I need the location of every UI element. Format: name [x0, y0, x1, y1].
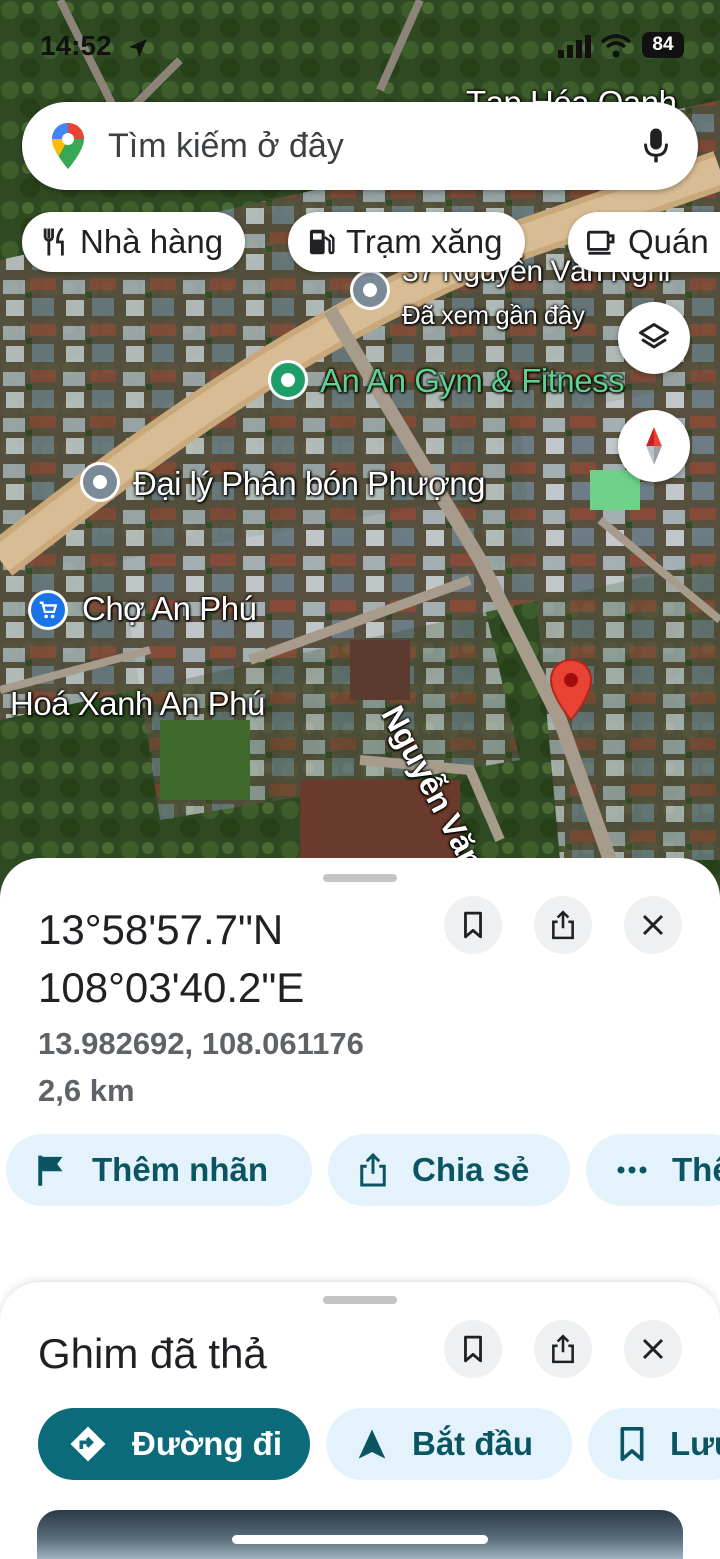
share-icon — [552, 910, 574, 940]
longitude-dms: 108°03'40.2"E — [38, 964, 305, 1011]
flag-icon — [38, 1155, 63, 1186]
status-bar: 14:52 84 — [0, 28, 720, 68]
more-icon — [617, 1166, 647, 1174]
battery-level: 84 — [652, 34, 674, 55]
add-label-button[interactable]: Thêm nhãn — [6, 1134, 312, 1206]
compass-icon — [646, 427, 662, 465]
save-place-text: Lưu — [670, 1425, 720, 1462]
location-details-sheet: 13°58'57.7"N 108°03'40.2"E 13.982692, 10… — [0, 858, 720, 1328]
home-indicator[interactable] — [232, 1535, 488, 1544]
latitude-dms: 13°58'57.7"N — [38, 906, 284, 953]
search-bar[interactable]: Tìm kiếm ở đây — [22, 102, 698, 190]
share-icon — [360, 1152, 386, 1187]
chip-label: Nhà hàng — [80, 223, 224, 260]
chip-cafes[interactable]: Quán — [568, 212, 720, 272]
compass-button[interactable] — [618, 410, 690, 482]
distance-label: 2,6 km — [38, 1073, 135, 1108]
google-maps-logo-icon — [52, 123, 84, 169]
cafe-icon — [587, 230, 615, 255]
status-time: 14:52 — [40, 30, 112, 61]
layers-icon — [639, 323, 669, 349]
place-label[interactable]: An An Gym & Fitness — [320, 362, 625, 400]
chip-gas-stations[interactable]: Trạm xăng — [288, 212, 525, 272]
microphone-icon[interactable] — [642, 126, 670, 166]
sheet-drag-handle[interactable] — [323, 1296, 397, 1304]
add-label-text: Thêm nhãn — [92, 1151, 269, 1188]
dropped-pin-title: Ghim đã thả — [38, 1330, 267, 1377]
save-button[interactable] — [444, 1320, 502, 1378]
close-button[interactable] — [624, 1320, 682, 1378]
battery-icon: 84 — [642, 32, 684, 58]
store-pin-icon[interactable] — [80, 462, 120, 502]
shopping-cart-pin-icon[interactable] — [28, 590, 68, 630]
chip-label: Trạm xăng — [346, 223, 503, 260]
more-actions-button[interactable]: Thêm — [586, 1134, 720, 1206]
signal-icon — [558, 35, 591, 58]
share-button[interactable] — [534, 1320, 592, 1378]
more-actions-text: Thêm — [672, 1151, 720, 1188]
save-place-button[interactable]: Lưu — [588, 1408, 720, 1480]
close-icon — [642, 914, 664, 936]
bookmark-icon — [620, 1426, 644, 1462]
layers-button[interactable] — [618, 302, 690, 374]
place-label[interactable]: Đại lý Phân bón Phượng — [133, 465, 485, 503]
place-label[interactable]: Hoá Xanh An Phú — [10, 685, 265, 723]
gas-station-icon — [309, 229, 335, 255]
close-button[interactable] — [624, 896, 682, 954]
share-button[interactable] — [534, 896, 592, 954]
start-navigation-button[interactable]: Bắt đầu — [326, 1408, 572, 1480]
directions-button[interactable]: Đường đi — [38, 1408, 310, 1480]
dropped-pin-icon[interactable] — [548, 658, 594, 724]
chip-restaurants[interactable]: Nhà hàng — [22, 212, 246, 272]
location-arrow-icon — [129, 39, 147, 57]
bookmark-icon — [464, 1335, 482, 1363]
share-action-button[interactable]: Chia sẻ — [328, 1134, 570, 1206]
gym-pin-icon[interactable] — [268, 360, 308, 400]
navigation-arrow-icon — [358, 1429, 386, 1459]
decimal-coordinates: 13.982692, 108.061176 — [38, 1026, 364, 1061]
directions-icon — [70, 1426, 106, 1462]
sheet-drag-handle[interactable] — [323, 874, 397, 882]
place-sublabel: Đã xem gần đây — [402, 300, 585, 330]
save-button[interactable] — [444, 896, 502, 954]
directions-text: Đường đi — [132, 1425, 282, 1462]
restaurant-icon — [43, 227, 64, 256]
search-input[interactable]: Tìm kiếm ở đây — [108, 127, 642, 166]
share-icon — [552, 1334, 574, 1364]
share-action-text: Chia sẻ — [412, 1151, 530, 1188]
place-label[interactable]: Chợ An Phú — [82, 590, 257, 628]
close-icon — [642, 1338, 664, 1360]
recent-place-pin-icon[interactable] — [350, 270, 390, 310]
bookmark-icon — [464, 911, 482, 939]
start-text: Bắt đầu — [412, 1425, 534, 1462]
chip-label: Quán — [628, 223, 709, 260]
wifi-icon — [600, 34, 632, 58]
